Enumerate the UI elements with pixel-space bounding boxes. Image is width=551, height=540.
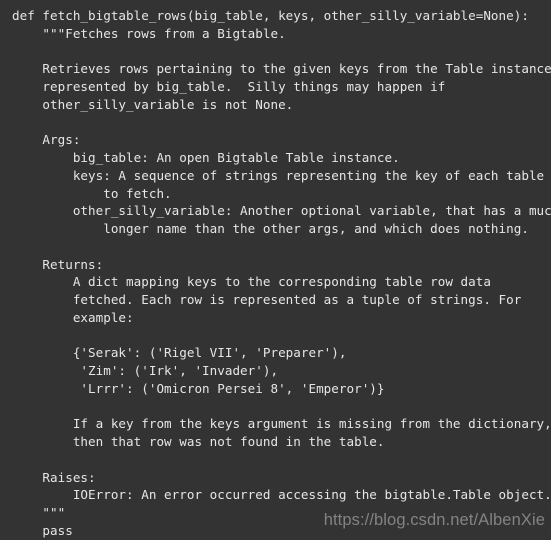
code-line: If a key from the keys argument is missi… — [12, 416, 551, 432]
code-line: 'Lrrr': ('Omicron Persei 8', 'Emperor')} — [12, 380, 385, 396]
code-line: def fetch_bigtable_rows(big_table, keys,… — [12, 8, 529, 23]
code-snippet-viewport: def fetch_bigtable_rows(big_table, keys,… — [0, 0, 551, 538]
code-line: {'Serak': ('Rigel VII', 'Preparer'), — [12, 345, 347, 361]
code-line: example: — [12, 309, 134, 325]
code-line: to fetch. — [12, 185, 172, 201]
code-line: keys: A sequence of strings representing… — [12, 167, 551, 183]
code-line: Retrieves rows pertaining to the given k… — [12, 61, 551, 77]
csdn-blog-watermark: https://blog.csdn.net/AlbenXie — [323, 511, 545, 529]
code-line: """Fetches rows from a Bigtable. — [12, 25, 286, 41]
code-line: big_table: An open Bigtable Table instan… — [12, 150, 400, 165]
code-line: then that row was not found in the table… — [12, 434, 385, 449]
code-line: A dict mapping keys to the corresponding… — [12, 274, 491, 290]
code-line: fetched. Each row is represented as a tu… — [12, 292, 522, 307]
code-line: other_silly_variable is not None. — [12, 96, 294, 112]
code-line: IOError: An error occurred accessing the… — [12, 487, 551, 503]
code-line: Args: — [12, 132, 81, 148]
code-line: longer name than the other args, and whi… — [12, 221, 529, 236]
code-line: other_silly_variable: Another optional v… — [12, 203, 551, 219]
code-line: 'Zim': ('Irk', 'Invader'), — [12, 363, 279, 378]
code-line: Raises: — [12, 469, 96, 485]
code-line: represented by big_table. Silly things m… — [12, 79, 446, 94]
python-code-block: def fetch_bigtable_rows(big_table, keys,… — [12, 7, 551, 540]
code-line: Returns: — [12, 256, 104, 272]
